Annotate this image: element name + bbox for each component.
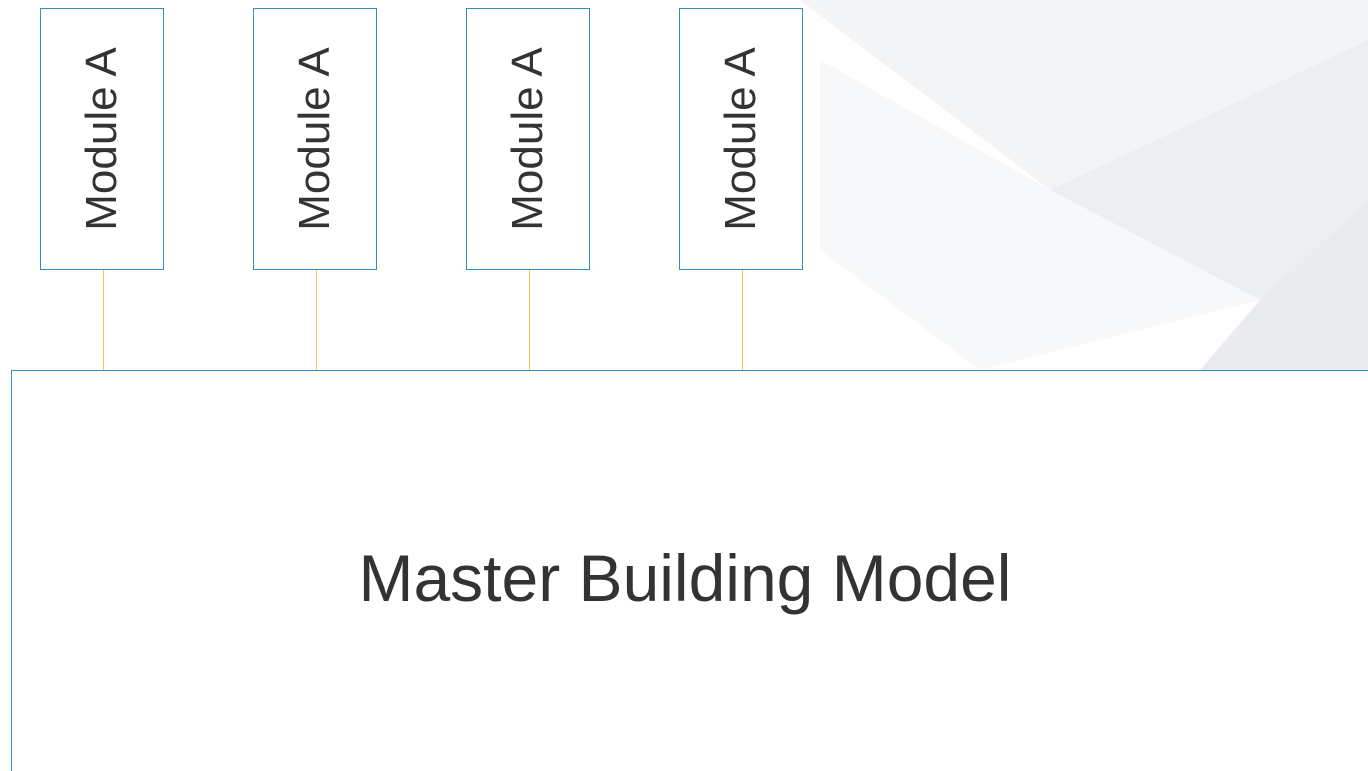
connector-line-4 xyxy=(742,270,743,371)
master-building-model-box: Master Building Model xyxy=(11,370,1368,771)
module-box-2: Module A xyxy=(253,8,377,270)
module-label: Module A xyxy=(503,47,552,231)
module-box-4: Module A xyxy=(679,8,803,270)
module-box-1: Module A xyxy=(40,8,164,270)
connector-line-2 xyxy=(316,270,317,371)
module-box-3: Module A xyxy=(466,8,590,270)
module-label: Module A xyxy=(77,47,126,231)
module-label: Module A xyxy=(716,47,765,231)
connector-line-1 xyxy=(103,270,104,371)
module-label: Module A xyxy=(290,47,339,231)
master-building-model-label: Master Building Model xyxy=(358,541,1012,615)
connector-line-3 xyxy=(529,270,530,371)
